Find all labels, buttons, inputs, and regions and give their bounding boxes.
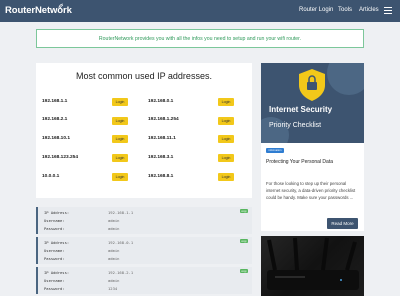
password-value: 1234 [108, 286, 118, 291]
copy-button[interactable]: copy [240, 269, 248, 273]
ip-address-label: IP Address: [44, 210, 70, 215]
nav-articles[interactable]: Articles [359, 7, 379, 13]
ip-list-card: Most common used IP addresses. 192.168.1… [36, 63, 252, 198]
ip-address-value: 192.168.0.1 [108, 240, 134, 245]
menu-icon[interactable] [384, 7, 392, 14]
copy-button[interactable]: copy [240, 239, 248, 243]
site-header: RouterNetwork Router Login Tools Article… [0, 0, 400, 22]
login-button[interactable]: Login [112, 135, 128, 143]
wifi-icon [58, 3, 64, 9]
ip-address-label: IP Address: [44, 240, 70, 245]
ip-address[interactable]: 10.0.0.1 [42, 174, 59, 179]
article-image-title: Internet Security [269, 105, 333, 114]
login-button[interactable]: Login [218, 173, 234, 181]
login-button[interactable]: Login [218, 154, 234, 162]
nav-tools[interactable]: Tools [338, 7, 352, 13]
ip-address[interactable]: 192.168.123.254 [42, 155, 78, 160]
username-label: Username: [44, 278, 65, 283]
ip-address-value: 192.168.1.1 [108, 210, 134, 215]
article-description: For those looking to step up their perso… [266, 181, 356, 200]
credentials-block: IP Address: 192.168.2.1 Username: admin … [36, 267, 252, 294]
lock-shield-icon [261, 63, 364, 143]
article-image-subtitle: Priority Checklist [269, 122, 322, 129]
password-label: Password: [44, 226, 65, 231]
credentials-block: IP Address: 192.168.1.1 Username: admin … [36, 207, 252, 234]
login-button[interactable]: Login [218, 117, 234, 125]
read-more-button[interactable]: Read More [327, 218, 358, 229]
password-label: Password: [44, 256, 65, 261]
login-button[interactable]: Login [218, 98, 234, 106]
username-value: admin [108, 248, 120, 253]
password-label: Password: [44, 286, 65, 291]
article-heading[interactable]: Protecting Your Personal Data [266, 159, 333, 165]
router-photo[interactable] [261, 236, 364, 296]
banner-text: RouterNetwork provides you with all the … [98, 35, 302, 42]
username-label: Username: [44, 218, 65, 223]
password-value: admin [108, 226, 120, 231]
nav-router-login[interactable]: Router Login [299, 7, 333, 13]
router-icon [267, 237, 359, 290]
info-banner: RouterNetwork provides you with all the … [36, 29, 364, 48]
login-button[interactable]: Login [112, 98, 128, 106]
login-button[interactable]: Login [112, 154, 128, 162]
ip-address[interactable]: 192.168.3.1 [148, 155, 173, 160]
ip-list-title: Most common used IP addresses. [76, 71, 212, 81]
login-button[interactable]: Login [112, 117, 128, 125]
category-tag[interactable]: information [266, 148, 284, 153]
ip-address-label: IP Address: [44, 270, 70, 275]
ip-address[interactable]: 192.168.0.1 [148, 99, 173, 104]
ip-address[interactable]: 192.168.2.1 [42, 117, 67, 122]
ip-address[interactable]: 192.168.11.1 [148, 136, 176, 141]
ip-address[interactable]: 192.168.8.1 [148, 174, 173, 179]
username-label: Username: [44, 248, 65, 253]
ip-address[interactable]: 192.168.1.254 [148, 117, 179, 122]
copy-button[interactable]: copy [240, 209, 248, 213]
username-value: admin [108, 218, 120, 223]
username-value: admin [108, 278, 120, 283]
login-button[interactable]: Login [218, 135, 234, 143]
article-image[interactable]: Internet Security Priority Checklist [261, 63, 364, 143]
credentials-block: IP Address: 192.168.0.1 Username: admin … [36, 237, 252, 264]
ip-address[interactable]: 192.168.1.1 [42, 99, 67, 104]
password-value: admin [108, 256, 120, 261]
login-button[interactable]: Login [112, 173, 128, 181]
ip-address-value: 192.168.2.1 [108, 270, 134, 275]
ip-address[interactable]: 192.168.10.1 [42, 136, 70, 141]
article-card: Internet Security Priority Checklist inf… [261, 63, 364, 231]
